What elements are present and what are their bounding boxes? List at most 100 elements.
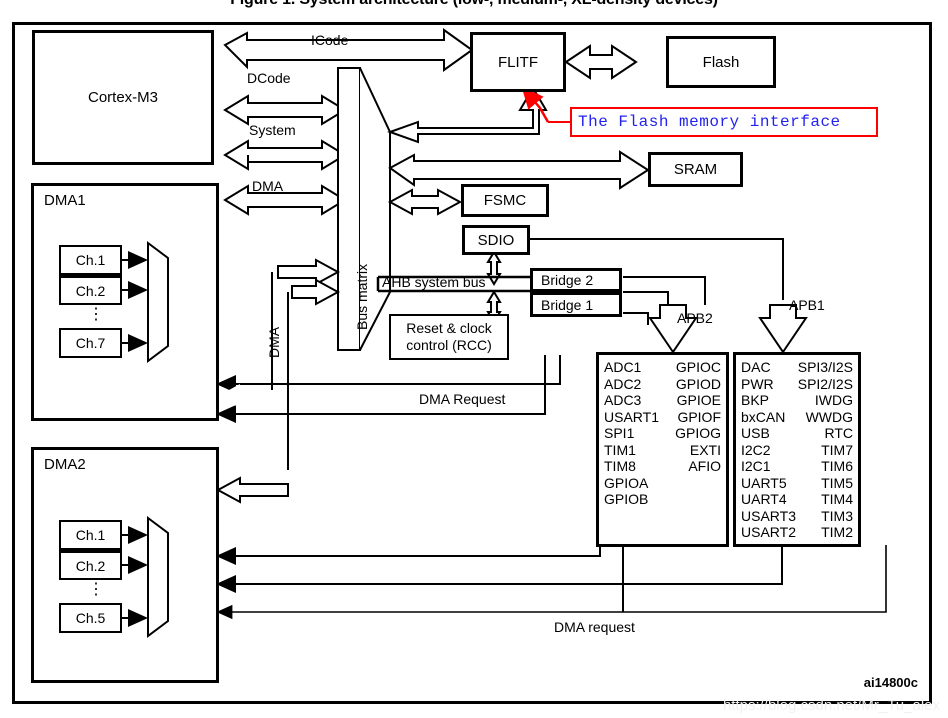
apb2-right: GPIOF <box>677 408 721 425</box>
rcc-line2: control (RCC) <box>406 337 492 353</box>
flash-interface-callout-text: The Flash memory interface <box>578 113 841 131</box>
apb2-row: SPI1 GPIOG <box>604 425 721 442</box>
apb1-row: USART3 TIM3 <box>741 508 853 525</box>
apb2-row: GPIOA <box>604 475 721 492</box>
apb2-left: TIM1 <box>604 441 636 458</box>
flash-interface-callout: The Flash memory interface <box>570 107 878 137</box>
apb1-left: USART3 <box>741 507 796 524</box>
dma-vertical-label: DMA <box>266 326 282 358</box>
bridge2-block: Bridge 2 <box>530 268 622 292</box>
dma1-channel-7-label: Ch.7 <box>75 335 106 351</box>
apb1-row: UART4 TIM4 <box>741 491 853 508</box>
system-label: System <box>249 122 296 138</box>
dma1-channel-2: Ch.2 <box>59 275 122 305</box>
flash-block: Flash <box>666 36 776 88</box>
icode-label: ICode <box>311 32 349 48</box>
apb2-row: ADC3 GPIOE <box>604 392 721 409</box>
apb2-row: USART1 GPIOF <box>604 409 721 426</box>
figure-title: Figure 1. System architecture (low-, med… <box>0 0 948 9</box>
apb1-right: TIM5 <box>821 474 853 491</box>
fsmc-label: FSMC <box>483 192 527 209</box>
bridge2-label: Bridge 2 <box>541 272 594 288</box>
apb2-right: GPIOD <box>675 375 721 392</box>
apb2-left: TIM8 <box>604 458 636 474</box>
dma1-channel-2-label: Ch.2 <box>75 282 106 299</box>
flitf-label: FLITF <box>498 53 538 71</box>
dma2-dots: ⋮ <box>88 581 104 598</box>
dma1-channel-ellipsis: ⋮ <box>88 307 104 323</box>
apb1-right: RTC <box>824 425 853 441</box>
apb1-left: UART4 <box>741 491 787 507</box>
dma2-channel-5: Ch.5 <box>59 603 122 633</box>
figure-root: Figure 1. System architecture (low-, med… <box>0 0 948 718</box>
apb1-left: DAC <box>741 359 771 375</box>
apb2-right: EXTI <box>689 441 721 458</box>
ahb-system-bus-label: AHB system bus <box>382 274 486 290</box>
apb1-right: TIM6 <box>821 458 853 474</box>
dma1-channel-1: Ch.1 <box>59 245 122 275</box>
apb1-left: USART2 <box>741 524 796 540</box>
apb2-left: SPI1 <box>604 425 635 441</box>
apb2-left: ADC3 <box>604 392 642 408</box>
dma-bus-label: DMA <box>252 178 284 194</box>
dma2-title: DMA2 <box>44 456 86 473</box>
apb1-row: DAC SPI3/I2S <box>741 359 853 376</box>
sdio-label: SDIO <box>477 231 515 249</box>
apb2-peripheral-block: ADC1 GPIOC ADC2 GPIOD ADC3 GPIOE USART1 GPIO… <box>596 352 729 547</box>
sram-label: SRAM <box>673 161 718 178</box>
apb2-left: ADC2 <box>604 375 642 392</box>
fsmc-block: FSMC <box>461 184 549 217</box>
dma2-channel-5-label: Ch.5 <box>75 610 106 626</box>
dma2-channel-1-label: Ch.1 <box>75 527 106 543</box>
flitf-block: FLITF <box>470 32 566 92</box>
sram-block: SRAM <box>648 152 743 187</box>
bridge1-label: Bridge 1 <box>541 296 594 313</box>
apb1-left: USB <box>741 425 770 441</box>
dma1-dots: ⋮ <box>88 306 104 323</box>
apb1-row: bxCAN WWDG <box>741 409 853 426</box>
dma-request-upper-label: DMA Request <box>419 391 506 407</box>
apb1-right: TIM7 <box>821 441 853 458</box>
apb2-row: GPIOB <box>604 491 721 508</box>
dma-request-lower-label: DMA request <box>554 619 635 635</box>
apb2-left: GPIOA <box>604 474 649 491</box>
dma2-channel-1: Ch.1 <box>59 520 122 550</box>
apb1-row: BKP IWDG <box>741 392 853 409</box>
apb2-right: AFIO <box>688 458 721 474</box>
apb2-left: GPIOB <box>604 491 649 507</box>
apb1-right: SPI3/I2S <box>797 359 853 375</box>
apb2-left: USART1 <box>604 408 659 425</box>
apb1-left: UART5 <box>741 474 787 491</box>
apb1-row: PWR SPI2/I2S <box>741 376 853 393</box>
apb1-right: TIM3 <box>821 507 853 524</box>
bus-matrix-label: Bus matrix <box>354 263 370 330</box>
apb2-right: GPIOC <box>675 359 721 375</box>
dma2-channel-ellipsis: ⋮ <box>88 582 104 598</box>
cortex-m3-label: Cortex-M3 <box>87 89 158 106</box>
rcc-line1: Reset & clock <box>406 320 492 336</box>
apb1-right: TIM2 <box>821 524 853 540</box>
apb2-label: APB2 <box>677 310 713 326</box>
apb1-right: IWDG <box>814 392 853 408</box>
apb1-row: USB RTC <box>741 425 853 442</box>
apb1-row: USART2 TIM2 <box>741 524 853 541</box>
dma2-channel-2: Ch.2 <box>59 550 122 580</box>
apb1-row: I2C1 TIM6 <box>741 458 853 475</box>
apb1-label: APB1 <box>789 297 825 313</box>
apb1-left: I2C1 <box>741 458 771 474</box>
apb1-right: WWDG <box>805 408 853 425</box>
watermark: https://blog.csdn.net/Mr_Tu_alex <box>722 697 940 714</box>
apb1-left: BKP <box>741 392 770 408</box>
apb1-left: I2C2 <box>741 441 771 458</box>
apb1-row: UART5 TIM5 <box>741 475 853 492</box>
apb2-right: GPIOE <box>676 392 721 408</box>
rcc-block: Reset & clock control (RCC) <box>389 314 509 360</box>
apb1-right: TIM4 <box>821 491 853 507</box>
figure-id: ai14800c <box>863 675 918 690</box>
bridge1-block: Bridge 1 <box>530 292 622 317</box>
apb2-right: GPIOG <box>675 425 721 441</box>
dma1-channel-1-label: Ch.1 <box>75 252 106 268</box>
apb2-row: ADC1 GPIOC <box>604 359 721 376</box>
apb1-left: PWR <box>741 375 774 392</box>
dma1-title: DMA1 <box>44 192 86 209</box>
